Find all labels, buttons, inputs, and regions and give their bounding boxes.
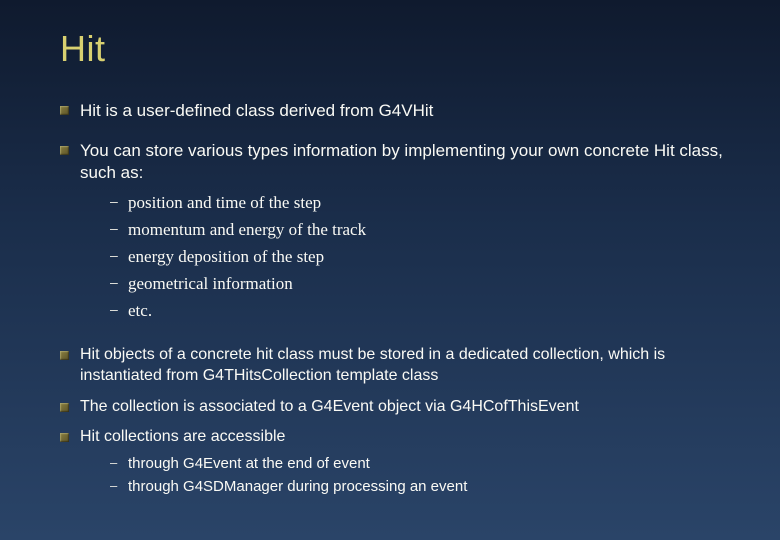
bullet-text: You can store various types information … <box>80 141 723 182</box>
sub-item: geometrical information <box>110 273 750 296</box>
sub-list: position and time of the step momentum a… <box>110 192 750 323</box>
sub-list-2: through G4Event at the end of event thro… <box>110 454 750 498</box>
bullet-item: You can store various types information … <box>60 140 750 323</box>
sub-item: etc. <box>110 300 750 323</box>
sub-item: energy deposition of the step <box>110 246 750 269</box>
sub-item: through G4SDManager during processing an… <box>110 477 750 497</box>
bullet-item: Hit collections are accessible through G… <box>60 427 750 497</box>
bullet-item: Hit objects of a concrete hit class must… <box>60 345 750 387</box>
sub-item: momentum and energy of the track <box>110 219 750 242</box>
bullet-list-top: Hit is a user-defined class derived from… <box>60 100 750 323</box>
sub-item: through G4Event at the end of event <box>110 454 750 474</box>
bullet-item: The collection is associated to a G4Even… <box>60 397 750 418</box>
bullet-list-bottom: Hit objects of a concrete hit class must… <box>60 345 750 498</box>
bullet-text: Hit collections are accessible <box>80 428 285 445</box>
bullet-item: Hit is a user-defined class derived from… <box>60 100 750 122</box>
sub-item: position and time of the step <box>110 192 750 215</box>
slide-title: Hit <box>60 28 750 70</box>
